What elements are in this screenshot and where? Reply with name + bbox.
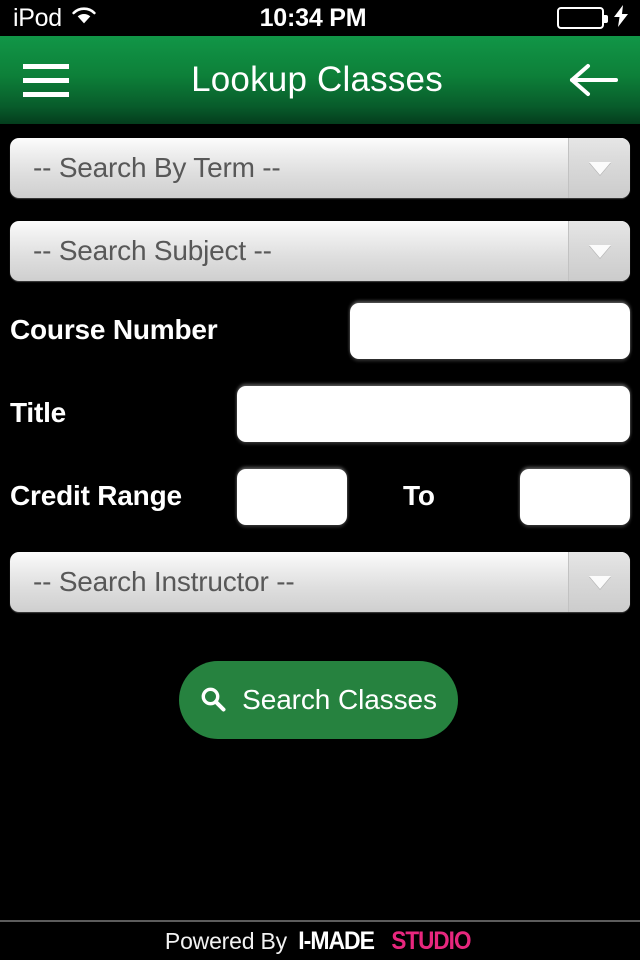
instructor-select-value: -- Search Instructor -- — [33, 566, 295, 597]
app-root: iPod 10:34 PM Lookup Classes -- Search B… — [0, 0, 640, 960]
instructor-select[interactable]: -- Search Instructor -- — [10, 552, 630, 612]
brand-suffix: STUDIO — [391, 926, 472, 955]
chevron-down-icon — [568, 138, 630, 198]
menu-bar-3 — [23, 91, 69, 97]
lightning-bolt-icon — [613, 4, 629, 32]
subject-select[interactable]: -- Search Subject -- — [10, 221, 630, 281]
subject-select-value: -- Search Subject -- — [33, 235, 272, 266]
carrier-label: iPod — [13, 3, 62, 32]
credit-range-label: Credit Range — [10, 480, 182, 511]
navigation-bar: Lookup Classes — [0, 36, 640, 124]
hamburger-menu-icon[interactable] — [0, 36, 92, 124]
credit-range-to-label: To — [403, 480, 435, 511]
term-select[interactable]: -- Search By Term -- — [10, 138, 630, 198]
course-number-label: Course Number — [10, 314, 218, 345]
arrow-left-icon[interactable] — [548, 36, 640, 124]
page-title: Lookup Classes — [191, 60, 443, 99]
status-bar: iPod 10:34 PM — [0, 0, 640, 36]
brand-name: I-MADE — [298, 926, 375, 955]
menu-bar-1 — [23, 63, 69, 69]
search-classes-label: Search Classes — [242, 684, 437, 715]
status-bar-left: iPod — [13, 3, 193, 32]
credit-range-from-input[interactable] — [237, 469, 347, 525]
search-classes-button[interactable]: Search Classes — [179, 661, 458, 739]
menu-bar-2 — [23, 77, 69, 83]
search-icon — [200, 686, 226, 715]
chevron-down-icon — [568, 221, 630, 281]
title-input[interactable] — [237, 386, 630, 442]
title-label: Title — [10, 397, 67, 428]
powered-by-label: Powered By — [164, 927, 287, 954]
battery-icon — [557, 7, 608, 29]
footer: Powered By I-MADE STUDIO — [0, 920, 640, 960]
footer-credit: Powered By I-MADE STUDIO — [165, 927, 475, 956]
term-select-value: -- Search By Term -- — [33, 152, 281, 183]
chevron-down-icon — [568, 552, 630, 612]
course-number-input[interactable] — [350, 303, 630, 359]
wifi-icon — [71, 6, 97, 30]
lookup-form: -- Search By Term -- -- Search Subject -… — [0, 124, 640, 960]
credit-range-to-input[interactable] — [520, 469, 630, 525]
status-bar-clock: 10:34 PM — [259, 3, 367, 32]
status-bar-right — [449, 4, 629, 32]
